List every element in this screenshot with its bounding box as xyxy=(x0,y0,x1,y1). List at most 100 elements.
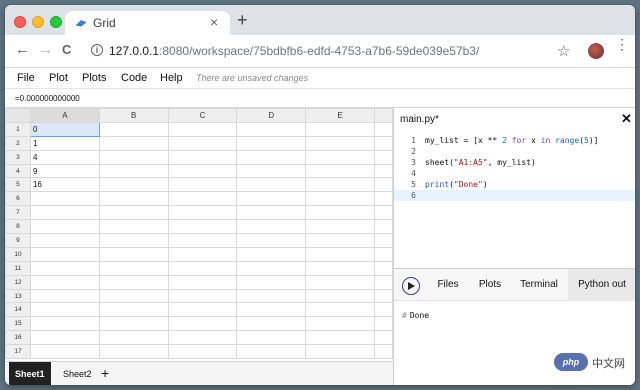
sheet-cell[interactable] xyxy=(305,121,376,137)
row-header[interactable]: 10 xyxy=(5,246,31,262)
column-header-d[interactable]: D xyxy=(236,108,307,123)
sheet-cell[interactable] xyxy=(305,163,376,179)
sheet-cell[interactable] xyxy=(167,163,238,179)
code-line[interactable]: 1 my_list = [x ** 2 for x in range(5)] xyxy=(394,135,635,146)
row-header[interactable]: 6 xyxy=(5,191,31,207)
sheet-cell[interactable] xyxy=(236,274,307,290)
sheet-cell[interactable] xyxy=(98,177,169,193)
sheet-cell[interactable] xyxy=(374,191,393,207)
sheet-cell[interactable] xyxy=(236,233,307,248)
sheet-cell[interactable] xyxy=(374,316,393,332)
run-button[interactable] xyxy=(402,277,420,295)
browser-tab-grid[interactable]: Grid × xyxy=(65,11,230,35)
tab-files[interactable]: Files xyxy=(426,269,470,301)
row-header[interactable]: 7 xyxy=(5,205,31,221)
reload-icon[interactable]: C xyxy=(62,42,71,58)
sheet-cell[interactable] xyxy=(29,274,100,290)
row-header[interactable]: 9 xyxy=(5,233,31,248)
close-window-button[interactable] xyxy=(14,16,26,28)
sheet-cell[interactable] xyxy=(167,219,238,235)
sheet-cell[interactable] xyxy=(98,288,169,304)
sheet-cell[interactable] xyxy=(236,288,307,304)
sheet-cell[interactable]: 16 xyxy=(29,177,100,193)
site-info-icon[interactable]: i xyxy=(91,44,103,56)
tab-python-out[interactable]: Python out xyxy=(568,269,635,301)
back-arrow-icon[interactable]: ← xyxy=(15,42,30,58)
sheet-cell[interactable] xyxy=(305,302,376,318)
sheet-cell[interactable] xyxy=(374,288,393,304)
sheet-cell[interactable] xyxy=(305,274,376,290)
sheet-cell[interactable] xyxy=(374,163,393,179)
code-editor[interactable]: main.py* ✕ 1 my_list = [x ** 2 for x in … xyxy=(393,108,635,268)
new-tab-button[interactable]: + xyxy=(237,11,248,29)
sheet-cell[interactable]: 4 xyxy=(29,149,100,165)
sheet-tab-sheet2[interactable]: Sheet2 xyxy=(57,362,98,385)
sheet-cell[interactable] xyxy=(98,274,169,290)
sheet-cell[interactable] xyxy=(29,260,100,276)
sheet-cell[interactable] xyxy=(98,163,169,179)
sheet-cell[interactable] xyxy=(236,302,307,318)
sheet-cell[interactable] xyxy=(236,121,307,137)
forward-arrow-icon[interactable]: → xyxy=(38,42,53,58)
row-header[interactable]: 12 xyxy=(5,274,31,290)
sheet-cell[interactable] xyxy=(98,344,169,360)
sheet-cell[interactable] xyxy=(29,302,100,318)
sheet-cell[interactable] xyxy=(236,330,307,346)
sheet-cell[interactable] xyxy=(98,233,169,248)
sheet-cell[interactable] xyxy=(374,177,393,193)
sheet-cell[interactable] xyxy=(236,191,307,207)
sheet-cell[interactable]: 0 xyxy=(29,121,100,137)
row-header[interactable]: 2 xyxy=(5,135,31,151)
row-header[interactable]: 16 xyxy=(5,330,31,346)
sheet-cell[interactable] xyxy=(167,260,238,276)
sheet-cell[interactable] xyxy=(98,246,169,262)
sheet-cell[interactable] xyxy=(374,344,393,360)
code-line[interactable]: 5 print("Done") xyxy=(394,179,635,190)
row-header[interactable]: 1 xyxy=(5,121,31,137)
sheet-cell[interactable] xyxy=(167,233,238,248)
tab-terminal[interactable]: Terminal xyxy=(510,269,568,301)
row-header[interactable]: 5 xyxy=(5,177,31,193)
row-header[interactable]: 11 xyxy=(5,260,31,276)
sheet-cell[interactable] xyxy=(29,330,100,346)
sheet-cell[interactable] xyxy=(374,260,393,276)
menu-plot[interactable]: Plot xyxy=(49,72,68,84)
row-header[interactable]: 3 xyxy=(5,149,31,165)
bookmark-star-icon[interactable]: ☆ xyxy=(557,42,570,60)
row-header[interactable]: 13 xyxy=(5,288,31,304)
sheet-cell[interactable] xyxy=(98,260,169,276)
code-line-current[interactable]: 6 xyxy=(394,190,635,201)
sheet-cell[interactable] xyxy=(98,149,169,165)
sheet-cell[interactable] xyxy=(29,288,100,304)
sheet-cell[interactable] xyxy=(167,149,238,165)
sheet-cell[interactable] xyxy=(167,246,238,262)
sheet-cell[interactable] xyxy=(305,135,376,151)
row-header[interactable]: 8 xyxy=(5,219,31,235)
sheet-cell[interactable] xyxy=(98,302,169,318)
sheet-cell[interactable] xyxy=(236,163,307,179)
minimize-window-button[interactable] xyxy=(32,16,44,28)
sheet-cell[interactable] xyxy=(305,219,376,235)
sheet-cell[interactable] xyxy=(374,135,393,151)
sheet-cell[interactable] xyxy=(167,177,238,193)
url-bar[interactable]: i 127.0.0.1:8080/workspace/75bdbfb6-edfd… xyxy=(87,40,607,62)
sheet-cell[interactable] xyxy=(167,135,238,151)
add-sheet-button[interactable]: + xyxy=(101,365,109,381)
sheet-cell[interactable] xyxy=(98,330,169,346)
browser-menu-icon[interactable]: ⋮ xyxy=(615,37,629,51)
sheet-cell[interactable] xyxy=(236,246,307,262)
sheet-cell[interactable] xyxy=(374,233,393,248)
sheet-cell[interactable] xyxy=(374,330,393,346)
sheet-tab-sheet1[interactable]: Sheet1 xyxy=(9,362,51,385)
menu-file[interactable]: File xyxy=(17,72,35,84)
sheet-cell[interactable] xyxy=(29,233,100,248)
sheet-cell[interactable] xyxy=(167,274,238,290)
url-text[interactable]: 127.0.0.1:8080/workspace/75bdbfb6-edfd-4… xyxy=(109,44,479,58)
menu-plots[interactable]: Plots xyxy=(82,72,106,84)
sheet-cell[interactable] xyxy=(305,191,376,207)
sheet-cell[interactable] xyxy=(305,205,376,221)
sheet-cell[interactable] xyxy=(98,121,169,137)
sheet-cell[interactable] xyxy=(305,246,376,262)
row-header[interactable]: 4 xyxy=(5,163,31,179)
sheet-cell[interactable] xyxy=(29,344,100,360)
